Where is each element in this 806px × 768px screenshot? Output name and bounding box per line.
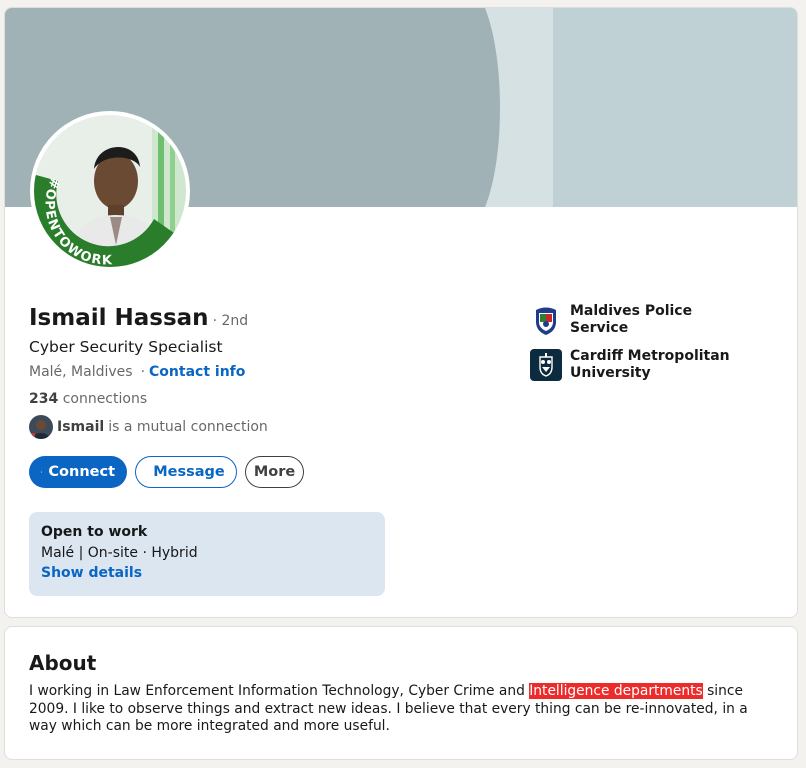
about-title: About [29, 651, 97, 675]
connections-label: connections [62, 391, 148, 407]
about-text-start: I working in Law Enforcement Information… [29, 683, 530, 699]
about-card: About I working in Law Enforcement Infor… [4, 626, 798, 760]
profile-name: Ismail Hassan [29, 305, 209, 331]
mutual-connections-link[interactable]: Ismail is a mutual connection [29, 415, 268, 439]
about-text: I working in Law Enforcement Information… [29, 683, 779, 736]
mutual-text: is a mutual connection [108, 419, 268, 435]
location-separator: · [140, 364, 146, 380]
profile-headline: Cyber Security Specialist [29, 338, 223, 356]
open-to-work-details: Malé | On-site · Hybrid [41, 545, 198, 561]
open-to-work-card: Open to work Malé | On-site · Hybrid Sho… [29, 512, 385, 596]
connect-label: Connect [48, 464, 115, 480]
contact-info-link[interactable]: Contact info [149, 364, 245, 380]
connections-number: 234 [29, 391, 59, 407]
organization-cardiff[interactable]: Cardiff Metropolitan University [530, 348, 740, 382]
connections-count-link[interactable]: 234 connections [29, 391, 147, 407]
mutual-name: Ismail [57, 419, 105, 435]
police-logo-icon [530, 304, 562, 336]
mutual-avatar [29, 415, 53, 439]
organization-name: Cardiff Metropolitan University [570, 348, 730, 381]
connection-degree: · 2nd [212, 313, 249, 329]
organization-name: Maldives Police Service [570, 303, 693, 336]
message-label: Message [153, 464, 225, 480]
profile-photo[interactable]: #OPENTOWORK [30, 111, 190, 271]
about-text-highlight: Intelligence departments [529, 683, 703, 699]
university-logo-icon [530, 349, 562, 381]
location-row: Malé, Maldives · Contact info [29, 364, 245, 380]
organization-police[interactable]: Maldives Police Service [530, 303, 740, 337]
profile-card: #OPENTOWORK Ismail Hassan · 2nd Cyber Se… [4, 7, 798, 618]
show-details-link[interactable]: Show details [41, 565, 373, 581]
message-button[interactable]: Message [135, 456, 237, 488]
add-person-icon [41, 471, 43, 473]
open-to-work-title: Open to work [41, 524, 148, 540]
more-label: More [253, 464, 296, 480]
more-button[interactable]: More [245, 456, 304, 488]
profile-location: Malé, Maldives [29, 364, 133, 380]
profile-actions: Connect Message More [29, 456, 304, 488]
connect-button[interactable]: Connect [29, 456, 127, 488]
name-row: Ismail Hassan · 2nd [29, 305, 248, 331]
